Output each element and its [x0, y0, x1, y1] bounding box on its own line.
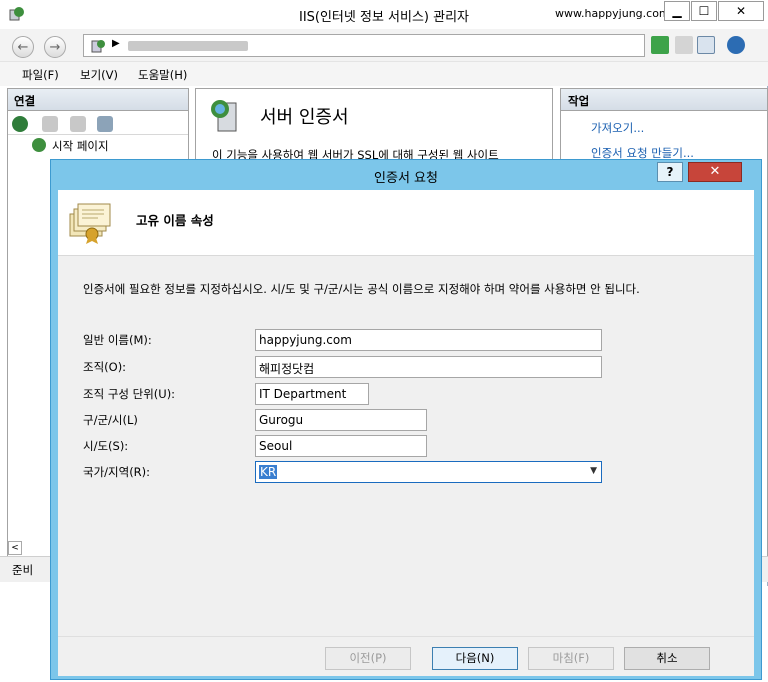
disconnect-icon[interactable]	[97, 116, 113, 132]
chevron-right-icon: ▶	[112, 38, 120, 49]
country-selected-value: KR	[259, 465, 278, 479]
actions-header: 작업	[561, 89, 767, 111]
import-link[interactable]: 가져오기...	[591, 120, 644, 136]
connections-toolbar	[8, 113, 188, 135]
back-arrow-icon[interactable]: ←	[12, 36, 34, 58]
dialog-title-bar: 인증서 요청 ? ✕	[51, 160, 761, 190]
up-icon[interactable]	[70, 116, 86, 132]
address-input[interactable]: ▶	[83, 34, 645, 57]
city-input[interactable]: Gurogu	[255, 409, 427, 431]
title-bar: IIS(인터넷 정보 서비스) 관리자 www.happyjung.com ▁ …	[0, 0, 768, 29]
forward-arrow-icon[interactable]: →	[44, 36, 66, 58]
tree-item-label: 시작 페이지	[52, 139, 109, 153]
maximize-button[interactable]: ☐	[691, 1, 717, 21]
city-label: 구/군/시(L)	[83, 413, 138, 427]
feature-title: 서버 인증서	[260, 107, 349, 128]
tree-item-start-page[interactable]: 시작 페이지	[16, 138, 186, 154]
menu-bar: 파일(F) 보기(V) 도움말(H)	[0, 62, 768, 86]
menu-file[interactable]: 파일(F)	[22, 67, 59, 83]
certificate-icon	[69, 203, 111, 244]
refresh-icon[interactable]	[651, 36, 669, 54]
server-certificate-icon	[211, 100, 237, 132]
menu-view[interactable]: 보기(V)	[80, 67, 118, 83]
connections-header: 연결	[8, 89, 188, 111]
finish-button[interactable]: 마침(F)	[528, 647, 614, 670]
organization-input[interactable]: 해피정닷컴	[255, 356, 602, 378]
organization-label: 조직(O):	[83, 360, 127, 374]
dialog-help-button[interactable]: ?	[657, 162, 683, 182]
dialog-header-title: 고유 이름 속성	[136, 213, 214, 228]
dialog-footer: 이전(P) 다음(N) 마침(F) 취소	[58, 636, 754, 676]
chevron-down-icon[interactable]: ▼	[590, 466, 597, 476]
state-label: 시/도(S):	[83, 439, 129, 453]
dialog-close-button[interactable]: ✕	[688, 162, 742, 182]
home-icon[interactable]	[697, 36, 715, 54]
status-text: 준비	[12, 563, 34, 577]
connect-icon[interactable]	[12, 116, 28, 132]
dialog-title: 인증서 요청	[374, 171, 438, 186]
certificate-request-dialog: 인증서 요청 ? ✕ 고유 이름 속성 인증서에 필요한 정보를 지정하십시오.…	[50, 159, 762, 680]
save-icon[interactable]	[42, 116, 58, 132]
next-button[interactable]: 다음(N)	[432, 647, 518, 670]
site-watermark: www.happyjung.com	[555, 7, 670, 20]
help-icon[interactable]	[727, 36, 745, 54]
org-unit-input[interactable]: IT Department	[255, 383, 369, 405]
country-label: 국가/지역(R):	[83, 465, 151, 479]
menu-help[interactable]: 도움말(H)	[138, 67, 187, 83]
scroll-left-icon[interactable]: <	[8, 541, 22, 555]
server-icon	[91, 40, 105, 53]
start-page-icon	[32, 138, 46, 152]
state-input[interactable]: Seoul	[255, 435, 427, 457]
close-button[interactable]: ✕	[718, 1, 764, 21]
common-name-input[interactable]: happyjung.com	[255, 329, 602, 351]
obscured-path	[128, 41, 248, 51]
common-name-label: 일반 이름(M):	[83, 333, 152, 347]
feature-pane: 서버 인증서 이 기능을 사용하여 웹 서버가 SSL에 대해 구성된 웹 사이…	[195, 88, 553, 168]
minimize-button[interactable]: ▁	[664, 1, 690, 21]
dialog-description: 인증서에 필요한 정보를 지정하십시오. 시/도 및 구/군/시는 공식 이름으…	[83, 282, 640, 296]
previous-button[interactable]: 이전(P)	[325, 647, 411, 670]
address-bar: ← → ▶	[0, 29, 768, 62]
cancel-button[interactable]: 취소	[624, 647, 710, 670]
country-select[interactable]: KR ▼	[255, 461, 602, 483]
dialog-header: 고유 이름 속성	[58, 190, 754, 256]
dialog-body: 인증서에 필요한 정보를 지정하십시오. 시/도 및 구/군/시는 공식 이름으…	[58, 256, 754, 636]
org-unit-label: 조직 구성 단위(U):	[83, 387, 176, 401]
stop-icon[interactable]	[675, 36, 693, 54]
